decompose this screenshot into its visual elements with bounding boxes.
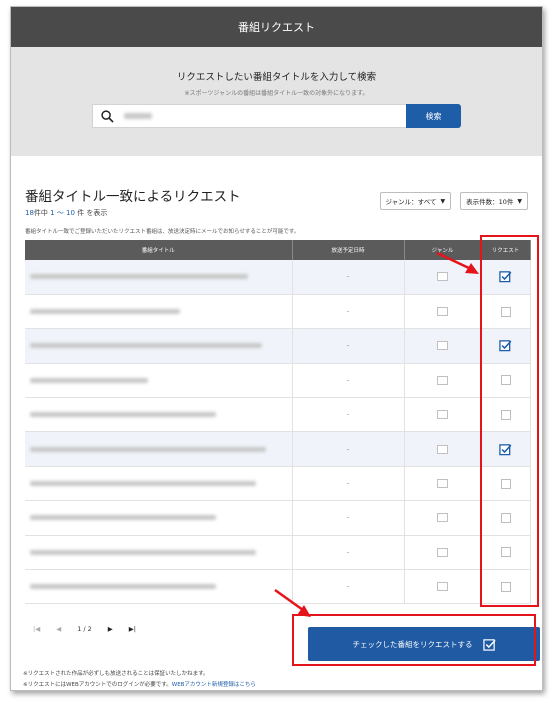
request-table: 番組タイトル 放送予定日時 ジャンル リクエスト - - - - - - - -…	[25, 240, 531, 605]
genre-cell	[404, 294, 482, 330]
column-header-title: 番組タイトル	[25, 240, 293, 260]
program-title-cell	[25, 569, 293, 605]
prev-page-icon[interactable]: ◀	[56, 625, 61, 633]
genre-cell	[404, 466, 482, 502]
header-bar: 番組リクエスト	[11, 7, 542, 47]
arrow-to-checkbox-icon	[436, 251, 479, 274]
request-column-highlight	[480, 235, 539, 607]
last-page-icon[interactable]: ▶|	[129, 625, 136, 633]
program-title-cell	[25, 363, 293, 399]
broadcast-date-cell: -	[292, 500, 405, 536]
genre-cell	[404, 397, 482, 433]
program-title-redacted	[30, 584, 216, 590]
section-description: 番組タイトル一致でご登録いただいたリクエスト番組は、放送決定時にメールでお知らせ…	[25, 229, 300, 235]
search-input[interactable]	[92, 104, 406, 128]
genre-tag-redacted	[436, 444, 449, 454]
genre-tag-redacted	[436, 341, 449, 351]
dropdown-triangle-icon: ▼	[517, 197, 522, 205]
page-frame: 番組リクエスト リクエストしたい番組タイトルを入力して検索 ※スポーツジャンルの…	[10, 6, 543, 691]
pagination: |◀ ◀ 1 / 2 ▶ ▶|	[33, 625, 136, 633]
table-row: -	[25, 363, 531, 399]
table-row: -	[25, 431, 531, 467]
program-title-redacted	[30, 481, 256, 487]
genre-tag-redacted	[436, 513, 449, 523]
search-button[interactable]: 検索	[406, 104, 461, 128]
program-title-cell	[25, 500, 293, 536]
page-indicator: 1 / 2	[77, 625, 92, 633]
genre-filter-dropdown[interactable]: ジャンル：すべて ▼	[379, 192, 452, 210]
page-size-dropdown[interactable]: 表示件数：10件 ▼	[460, 192, 528, 210]
broadcast-date-cell: -	[292, 466, 405, 502]
search-value-redacted	[124, 113, 152, 119]
broadcast-date-cell: -	[292, 397, 405, 433]
genre-tag-redacted	[436, 582, 449, 592]
program-title-cell	[25, 397, 293, 433]
table-row: -	[25, 328, 531, 364]
program-title-redacted	[30, 343, 262, 349]
genre-cell	[404, 328, 482, 364]
next-page-icon[interactable]: ▶	[108, 625, 113, 633]
program-title-redacted	[30, 377, 148, 383]
table-row: -	[25, 397, 531, 433]
program-title-redacted	[30, 515, 216, 521]
genre-tag-redacted	[436, 479, 449, 489]
page-title: 番組リクエスト	[238, 21, 315, 34]
table-row: -	[25, 500, 531, 536]
program-title-cell	[25, 328, 293, 364]
program-title-cell	[25, 294, 293, 330]
broadcast-date-cell: -	[292, 535, 405, 571]
column-header-date: 放送予定日時	[292, 240, 405, 260]
genre-tag-redacted	[436, 547, 449, 557]
dropdown-triangle-icon: ▼	[440, 197, 446, 205]
genre-tag-redacted	[436, 410, 449, 420]
broadcast-date-cell: -	[292, 363, 405, 399]
broadcast-date-cell: -	[292, 328, 405, 364]
program-title-redacted	[30, 412, 216, 418]
program-title-redacted	[30, 549, 256, 555]
footnotes: ※リクエストされた作品が必ずしも放送されることは保証いたしかねます。 ※リクエス…	[23, 671, 256, 688]
genre-cell	[404, 431, 482, 467]
search-section: リクエストしたい番組タイトルを入力して検索 ※スポーツジャンルの番組は番組タイト…	[11, 47, 542, 156]
genre-cell	[404, 535, 482, 571]
search-note: ※スポーツジャンルの番組は番組タイトル一致の対象外になります。	[184, 90, 369, 97]
submit-button-highlight	[292, 614, 536, 666]
program-title-cell	[25, 260, 293, 295]
table-row: -	[25, 535, 531, 571]
program-title-redacted	[30, 309, 180, 315]
table-row: -	[25, 466, 531, 502]
genre-cell	[404, 500, 482, 536]
program-title-redacted	[30, 446, 266, 452]
search-icon	[101, 109, 114, 123]
search-title: リクエストしたい番組タイトルを入力して検索	[176, 72, 377, 83]
arrow-to-submit-icon	[274, 588, 311, 617]
genre-cell	[404, 569, 482, 605]
program-title-cell	[25, 431, 293, 467]
program-title-cell	[25, 466, 293, 502]
table-row: -	[25, 294, 531, 330]
broadcast-date-cell: -	[292, 294, 405, 330]
broadcast-date-cell: -	[292, 260, 405, 295]
signup-link[interactable]: WEBアカウント新規登録はこちら	[172, 682, 256, 688]
broadcast-date-cell: -	[292, 431, 405, 467]
genre-tag-redacted	[436, 375, 449, 385]
program-title-redacted	[30, 274, 248, 280]
genre-tag-redacted	[436, 307, 449, 317]
first-page-icon[interactable]: |◀	[33, 625, 40, 633]
program-title-cell	[25, 535, 293, 571]
genre-cell	[404, 363, 482, 399]
